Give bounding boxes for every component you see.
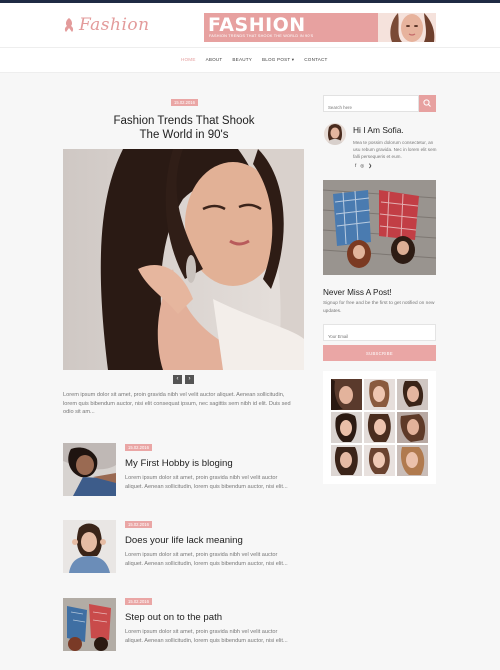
banner-subtitle: FASHION TRENDS THAT SHOOK THE WORLD IN 9… [209, 34, 314, 38]
post-thumbnail-2[interactable] [63, 520, 116, 573]
nav-item-beauty[interactable]: BEAUTY [232, 57, 252, 63]
gallery-image-2[interactable] [364, 379, 395, 410]
featured-title-line2: The World in 90's [139, 129, 229, 141]
author-heading: Hi I Am Sofia. [353, 125, 404, 135]
slider-next-button[interactable]: › [185, 375, 194, 384]
email-field[interactable] [323, 324, 436, 344]
slider-prev-button[interactable]: ‹ [173, 375, 182, 384]
author-avatar [324, 123, 346, 145]
featured-post-image[interactable] [63, 149, 304, 370]
post-excerpt-3: Lorem ipsum dolor sit amet, proin gravid… [125, 629, 288, 644]
social-links: f ◎ ❯ [355, 163, 372, 169]
featured-post-excerpt: Lorem ipsum dolor sit amet, proin gravid… [63, 392, 291, 415]
fashion-logo-icon [64, 18, 74, 32]
author-bio: Mea te possim dolorum consectetur, an us… [353, 140, 437, 159]
facebook-icon[interactable]: f [355, 163, 356, 169]
post-title-2[interactable]: Does your life lack meaning [125, 535, 243, 546]
banner-title: FASHION [208, 14, 306, 36]
subscribe-button[interactable]: SUBSCRIBE [323, 345, 436, 361]
search-icon [423, 99, 431, 107]
logo-text: Fashion [79, 15, 150, 35]
header-ad-banner[interactable]: FASHION FASHION TRENDS THAT SHOOK THE WO… [204, 13, 436, 42]
post-thumbnail-3[interactable] [63, 598, 116, 651]
main-navigation: HOME ABOUT BEAUTY BLOG POST ▾ CONTACT [0, 47, 500, 73]
sidebar-feature-image[interactable] [323, 180, 436, 275]
post-date-3: 15.02.2016 [125, 598, 152, 605]
nav-item-about[interactable]: ABOUT [206, 57, 223, 63]
gallery-image-9[interactable] [397, 445, 428, 476]
gallery-image-3[interactable] [397, 379, 428, 410]
nav-item-blog-post-label: BLOG POST [262, 57, 291, 62]
nav-item-contact[interactable]: CONTACT [304, 57, 327, 63]
featured-title-line1: Fashion Trends That Shook [113, 115, 255, 127]
twitter-icon[interactable]: ❯ [368, 163, 372, 169]
post-title-3[interactable]: Step out on to the path [125, 612, 222, 623]
newsletter-title: Never Miss A Post! [323, 288, 392, 297]
slider-controls: ‹ › [173, 375, 194, 384]
post-excerpt-1: Lorem ipsum dolor sit amet, proin gravid… [125, 475, 288, 490]
gallery-image-4[interactable] [331, 412, 362, 443]
featured-post-date: 15.02.2016 [171, 99, 198, 106]
gallery-image-8[interactable] [364, 445, 395, 476]
post-date-2: 15.02.2016 [125, 521, 152, 528]
gallery-image-7[interactable] [331, 445, 362, 476]
gallery-image-1[interactable] [331, 379, 362, 410]
chevron-down-icon: ▾ [291, 57, 295, 62]
banner-model-image [378, 13, 436, 42]
post-title-1[interactable]: My First Hobby is bloging [125, 458, 233, 469]
instagram-gallery [323, 371, 436, 484]
email-input[interactable] [324, 329, 435, 344]
site-header: Fashion FASHION FASHION TRENDS THAT SHOO… [0, 3, 500, 47]
search-button[interactable] [419, 95, 436, 112]
instagram-icon[interactable]: ◎ [360, 163, 364, 169]
search-field[interactable] [323, 95, 419, 115]
post-excerpt-2: Lorem ipsum dolor sit amet, proin gravid… [125, 552, 288, 567]
search-input[interactable] [324, 100, 418, 115]
gallery-image-5[interactable] [364, 412, 395, 443]
featured-post-title[interactable]: Fashion Trends That Shook The World in 9… [100, 114, 268, 142]
site-logo[interactable]: Fashion [62, 15, 150, 35]
nav-item-blog-post[interactable]: BLOG POST ▾ [262, 57, 294, 63]
gallery-image-6[interactable] [397, 412, 428, 443]
newsletter-text: Signup for free and be the first to get … [323, 301, 435, 314]
post-date-1: 15.02.2016 [125, 444, 152, 451]
nav-item-home[interactable]: HOME [181, 57, 196, 63]
post-thumbnail-1[interactable] [63, 443, 116, 496]
